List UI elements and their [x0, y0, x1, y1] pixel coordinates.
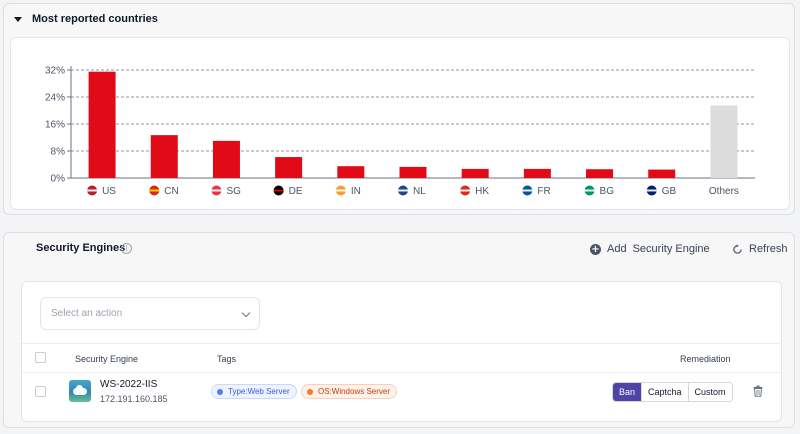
- bar-us: [88, 71, 116, 178]
- engine-name[interactable]: WS-2022-IIS: [100, 379, 157, 390]
- bulk-action-placeholder: Select an action: [51, 308, 123, 319]
- select-all-checkbox[interactable]: [35, 352, 46, 363]
- fr-flag-icon-stripe: [522, 189, 533, 192]
- y-tick-label: 16%: [45, 120, 65, 131]
- hk-flag-icon-stripe: [460, 189, 471, 192]
- us-flag-icon-stripe: [87, 189, 98, 192]
- countries-panel: Most reported countries 0% 8% 16% 24% 32% US C…: [3, 3, 795, 215]
- x-tick-label: CN: [164, 186, 178, 197]
- x-tick-label: DE: [289, 186, 303, 197]
- security-engines-header: Security Engines i + Add Security Engine…: [4, 233, 794, 265]
- x-tick-label: SG: [226, 186, 241, 197]
- bar-gb: [648, 169, 676, 178]
- add-label: Add: [607, 243, 627, 255]
- de-flag-icon-stripe: [273, 189, 284, 192]
- refresh-label: Refresh: [749, 243, 788, 255]
- countries-panel-header[interactable]: Most reported countries: [4, 4, 794, 34]
- x-tick-label: NL: [413, 186, 426, 197]
- x-tick-label: Others: [709, 186, 739, 197]
- collapse-caret-icon[interactable]: [14, 16, 22, 22]
- x-tick-label: IN: [351, 186, 361, 197]
- nl-flag-icon-stripe: [398, 189, 408, 192]
- security-engines-panel: Security Engines i + Add Security Engine…: [3, 232, 795, 428]
- bar-nl: [399, 166, 427, 178]
- bar-fr: [523, 168, 551, 178]
- engine-ip: 172.191.160.185: [100, 394, 168, 404]
- tag-dot-icon: [217, 388, 223, 395]
- x-tick-label: HK: [475, 186, 489, 197]
- plus-circle-icon: +: [590, 243, 601, 255]
- bar-bg: [586, 169, 614, 178]
- countries-bar-chart: 0% 8% 16% 24% 32% US CN SG DE IN NL HK FR BG GB Others: [45, 66, 755, 197]
- table-row[interactable]: WS-2022-IIS 172.191.160.185 Type:Web Ser…: [22, 373, 781, 411]
- column-header-remediation: Remediation: [680, 354, 731, 364]
- bar-cn: [150, 135, 178, 178]
- x-tick-label: BG: [600, 186, 615, 197]
- x-tick-label: US: [102, 186, 116, 197]
- in-flag-icon-stripe: [335, 189, 346, 192]
- y-tick-label: 8%: [51, 147, 66, 158]
- add-security-engine-button[interactable]: + Add Security Engine: [590, 240, 710, 258]
- chevron-down-icon: [241, 308, 251, 318]
- remediation-captcha-button[interactable]: Captcha: [642, 383, 689, 401]
- gb-flag-icon-stripe: [646, 189, 657, 192]
- column-header-engine: Security Engine: [75, 354, 139, 364]
- countries-chart-card: 0% 8% 16% 24% 32% US CN SG DE IN NL HK FR BG GB Others: [10, 37, 790, 210]
- bar-others: [710, 105, 738, 178]
- bar-in: [337, 166, 365, 178]
- bulk-action-select[interactable]: Select an action: [40, 297, 260, 330]
- windows-server-logo-icon: [69, 380, 91, 402]
- x-tick-label: GB: [662, 186, 677, 197]
- remediation-ban-button[interactable]: Ban: [613, 383, 643, 401]
- refresh-icon: [733, 243, 742, 254]
- tag-type-label: Type:Web Server: [228, 387, 290, 396]
- bg-flag-icon-stripe: [584, 189, 595, 192]
- y-tick-label: 24%: [45, 93, 65, 104]
- x-tick-label: FR: [537, 186, 550, 197]
- tag-dot-icon: [307, 388, 313, 395]
- bar-sg: [212, 140, 240, 178]
- remediation-custom-button[interactable]: Custom: [688, 383, 732, 401]
- sg-flag-icon-stripe: [211, 189, 222, 192]
- security-engines-title: Security Engines: [36, 242, 126, 254]
- countries-panel-title: Most reported countries: [32, 13, 158, 25]
- remediation-toggle-group: Ban Captcha Custom: [612, 382, 733, 402]
- bar-de: [275, 157, 303, 178]
- bar-hk: [461, 168, 489, 178]
- y-tick-label: 32%: [45, 66, 65, 77]
- refresh-button[interactable]: Refresh: [732, 240, 788, 258]
- cn-flag-icon-stripe: [149, 189, 160, 192]
- column-header-tags: Tags: [217, 354, 237, 364]
- add-label-target: Security Engine: [632, 243, 710, 255]
- row-checkbox[interactable]: [35, 386, 46, 397]
- security-engines-table-card: Select an action Security Engine Tags Re…: [21, 281, 782, 422]
- y-tick-label: 0%: [51, 174, 66, 185]
- tag-os-label: OS:Windows Server: [318, 387, 391, 396]
- table-header-row: Security Engine Tags Remediation: [22, 343, 781, 373]
- info-icon[interactable]: i: [121, 243, 132, 254]
- trash-icon[interactable]: [753, 385, 763, 397]
- tag-type: Type:Web Server: [211, 384, 297, 399]
- tag-os: OS:Windows Server: [301, 384, 398, 399]
